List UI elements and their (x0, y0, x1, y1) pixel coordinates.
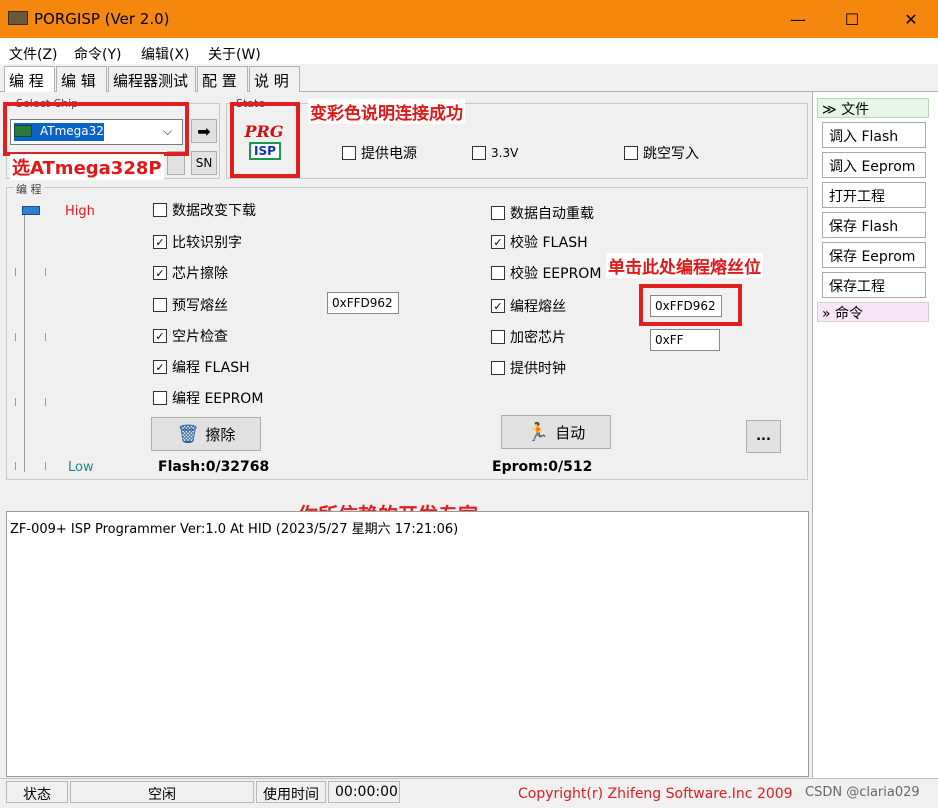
running-man-icon: 🏃 (526, 421, 550, 443)
skip-blank-checkbox[interactable]: 跳空写入 (624, 144, 699, 162)
state-highlight-box (230, 102, 300, 178)
select-chip-annotation: 选ATmega328P (10, 154, 164, 180)
option-label: 预写熔丝 (172, 298, 228, 314)
checkbox-box (153, 391, 167, 405)
maximize-button[interactable]: ☐ (829, 0, 875, 38)
sidebar-button[interactable]: 保存 Eeprom (822, 242, 926, 268)
checkmark-icon: ✓ (153, 329, 167, 343)
option-checkbox[interactable]: ✓ 编程熔丝 (491, 297, 566, 315)
menu-file[interactable]: 文件(Z) (9, 44, 58, 64)
sidebar-button[interactable]: 保存工程 (822, 272, 926, 298)
window-title: PORGISP (Ver 2.0) (34, 10, 170, 28)
checkmark-icon: ✓ (153, 235, 167, 249)
option-label: 空片检查 (172, 329, 228, 345)
option-label: 编程熔丝 (510, 299, 566, 315)
log-line: ZF-009+ ISP Programmer Ver:1.0 At HID (2… (10, 522, 459, 537)
option-checkbox[interactable]: ✓ 比较识别字 (153, 233, 242, 251)
option-checkbox[interactable]: 提供时钟 (491, 359, 566, 377)
option-checkbox[interactable]: 预写熔丝 (153, 296, 228, 314)
slider-high-label: High (65, 204, 95, 219)
checkbox-box (491, 330, 505, 344)
arrow-right-button[interactable]: ➡ (191, 119, 217, 143)
tab-edit[interactable]: 编 辑 (56, 66, 107, 92)
tab-help[interactable]: 说 明 (249, 66, 300, 92)
option-label: 数据自动重载 (510, 206, 594, 222)
checkbox-box (153, 298, 167, 312)
option-checkbox[interactable]: ✓ 芯片擦除 (153, 264, 228, 282)
option-checkbox[interactable]: ✓ 空片检查 (153, 327, 228, 345)
option-label: 校验 FLASH (510, 235, 588, 251)
arrow-right-icon: ➡ (197, 121, 211, 141)
sidebar-button[interactable]: 保存 Flash (822, 212, 926, 238)
minimize-button[interactable]: — (775, 0, 821, 38)
chevron-down-icon: ≫ (822, 102, 842, 118)
option-label: 比较识别字 (172, 235, 242, 251)
option-label: 芯片擦除 (172, 266, 228, 282)
sidebar-command-header[interactable]: » 命令 (817, 302, 929, 322)
trash-icon: 🗑 (176, 423, 200, 445)
csdn-watermark: CSDN @claria029 (805, 785, 920, 800)
speed-slider-thumb[interactable] (22, 206, 40, 215)
close-button[interactable]: ✕ (888, 0, 934, 38)
supply-power-checkbox[interactable]: 提供电源 (342, 144, 417, 162)
checkbox-box (491, 361, 505, 375)
chevron-right-icon: » (822, 306, 836, 322)
slider-low-label: Low (68, 460, 94, 475)
option-label: 编程 EEPROM (172, 391, 264, 407)
copyright: Copyright(r) Zhifeng Software.Inc 2009 (518, 786, 793, 802)
fuse-annotation: 单击此处编程熔丝位 (606, 253, 763, 278)
option-label: 提供时钟 (510, 361, 566, 377)
checkbox-box (153, 203, 167, 217)
sidebar-button[interactable]: 调入 Eeprom (822, 152, 926, 178)
chip-select-highlight-box (3, 102, 189, 156)
status-time-value: 00:00:00 (328, 781, 400, 803)
lock-bits-field[interactable]: 0xFF (650, 329, 720, 351)
option-label: 加密芯片 (510, 330, 566, 346)
sidebar-button[interactable]: 打开工程 (822, 182, 926, 208)
option-checkbox[interactable]: 数据改变下载 (153, 201, 256, 219)
log-banner: 你所信赖的开发专家 (298, 499, 478, 511)
state-annotation: 变彩色说明连接成功 (308, 99, 465, 124)
fuse-highlight-box (639, 284, 742, 326)
erase-button[interactable]: 🗑 擦除 (151, 417, 261, 451)
checkmark-icon: ✓ (153, 266, 167, 280)
prewrite-fuse-field[interactable]: 0xFFD962 (327, 292, 399, 314)
menu-about[interactable]: 关于(W) (208, 44, 261, 64)
log-banner-area: 你所信赖的开发专家 (6, 481, 809, 511)
app-icon (8, 11, 28, 25)
menu-command[interactable]: 命令(Y) (74, 44, 121, 64)
program-group-label: 编 程 (14, 181, 44, 197)
sn-button[interactable]: SN (191, 151, 217, 175)
checkmark-icon: ✓ (491, 299, 505, 313)
sidebar-file-header[interactable]: ≫ 文件 (817, 98, 929, 118)
option-checkbox[interactable]: 编程 EEPROM (153, 389, 263, 407)
sidebar-button[interactable]: 调入 Flash (822, 122, 926, 148)
checkbox-box (491, 206, 505, 220)
speed-slider-track[interactable] (24, 207, 38, 472)
option-label: 数据改变下载 (172, 203, 256, 219)
checkmark-icon: ✓ (491, 235, 505, 249)
tab-config[interactable]: 配 置 (197, 66, 248, 92)
auto-button[interactable]: 🏃 自动 (501, 415, 611, 449)
eprom-info: Eprom:0/512 (492, 459, 593, 475)
flash-info: Flash:0/32768 (158, 459, 270, 475)
tab-program[interactable]: 编 程 (4, 66, 55, 93)
checkmark-icon: ✓ (153, 360, 167, 374)
option-label: 校验 EEPROM (510, 266, 602, 282)
option-label: 编程 FLASH (172, 360, 250, 376)
option-checkbox[interactable]: 数据自动重载 (491, 204, 594, 222)
menu-edit[interactable]: 编辑(X) (141, 44, 190, 64)
status-state-label: 状态 (6, 781, 68, 803)
tab-programmer-test[interactable]: 编程器测试 (108, 66, 196, 92)
option-checkbox[interactable]: ✓ 校验 FLASH (491, 233, 588, 251)
log-textarea[interactable]: ZF-009+ ISP Programmer Ver:1.0 At HID (2… (6, 511, 809, 777)
status-state-value: 空闲 (70, 781, 254, 803)
option-checkbox[interactable]: 校验 EEPROM (491, 264, 601, 282)
status-time-label: 使用时间 (256, 781, 326, 803)
3v3-checkbox[interactable]: 3.3V (472, 144, 518, 162)
more-button[interactable]: ... (746, 420, 781, 453)
option-checkbox[interactable]: ✓ 编程 FLASH (153, 358, 250, 376)
checkbox-box (491, 266, 505, 280)
option-checkbox[interactable]: 加密芯片 (491, 328, 566, 346)
